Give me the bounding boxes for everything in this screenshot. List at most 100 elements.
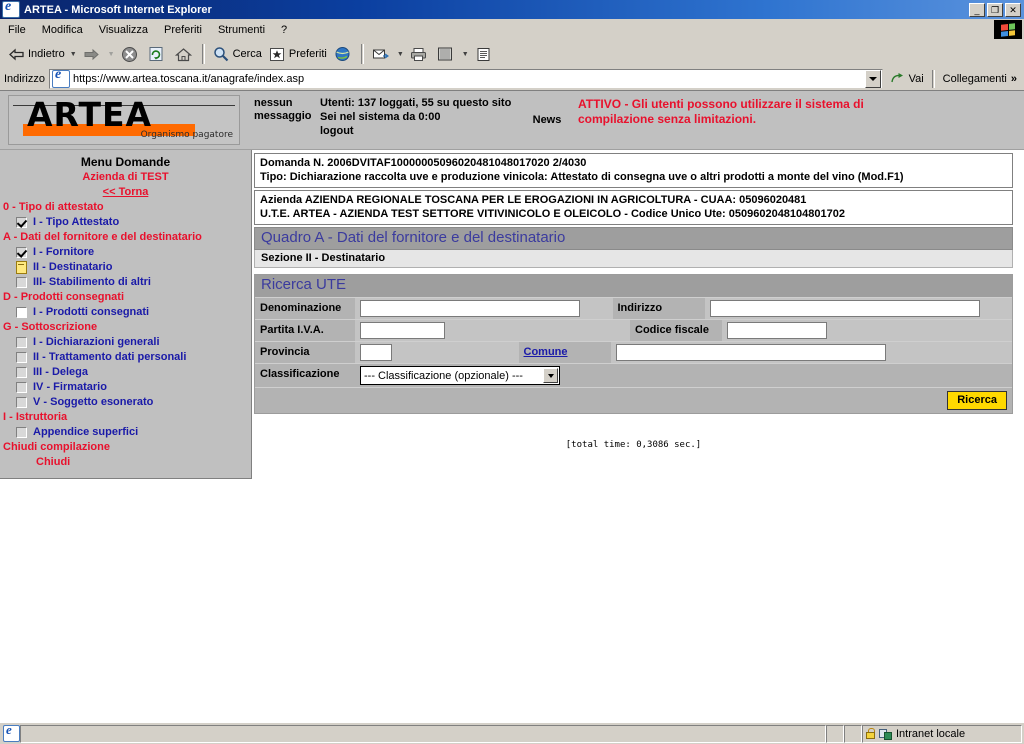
sidebar-item-label[interactable]: Appendice superfici — [33, 425, 138, 440]
print-button[interactable] — [406, 43, 433, 65]
links-button[interactable]: Collegamenti » — [938, 69, 1022, 89]
system-status-message: ATTIVO - Gli utenti possono utilizzare i… — [578, 91, 1024, 149]
address-dropdown-button[interactable] — [864, 69, 881, 88]
refresh-icon — [147, 45, 166, 63]
sidebar-item-trattamento-dati[interactable]: II - Trattamento dati personali — [0, 350, 251, 365]
indirizzo-input[interactable] — [709, 300, 980, 317]
comune-input[interactable] — [615, 344, 886, 361]
sidebar-group-prodotti-consegnati: D - Prodotti consegnati — [3, 291, 124, 303]
azienda-name: Azienda AZIENDA REGIONALE TOSCANA PER LE… — [260, 194, 807, 206]
search-button[interactable]: Cerca — [209, 43, 265, 65]
comune-link[interactable]: Comune — [524, 346, 568, 358]
sidebar-back-link[interactable]: << Torna — [0, 185, 251, 200]
sezione-title: Sezione II - Destinatario — [254, 250, 1013, 268]
checkbox-empty-icon[interactable] — [16, 352, 27, 363]
denominazione-label: Denominazione — [255, 298, 355, 319]
form-row-submit: Ricerca — [255, 387, 1012, 413]
address-label: Indirizzo — [4, 72, 45, 85]
sidebar-item-label[interactable]: I - Dichiarazioni generali — [33, 335, 160, 350]
sidebar-item-chiudi[interactable]: Chiudi — [0, 455, 251, 470]
checkbox-empty-icon[interactable] — [16, 367, 27, 378]
status-line-2: compilazione senza limitazioni. — [578, 112, 757, 126]
form-row-classificazione: Classificazione --- Classificazione (opz… — [255, 363, 1012, 387]
sidebar-item-label[interactable]: III - Delega — [33, 365, 88, 380]
chevron-down-icon[interactable] — [543, 368, 558, 383]
checkbox-empty-icon[interactable] — [16, 427, 27, 438]
close-button[interactable]: ✕ — [1005, 2, 1021, 17]
sidebar-item-firmatario[interactable]: IV - Firmatario — [0, 380, 251, 395]
menu-strumenti[interactable]: Strumenti — [210, 22, 273, 38]
sidebar-item-label[interactable]: I - Tipo Attestato — [33, 215, 119, 230]
security-zone-pane[interactable]: Intranet locale — [862, 724, 1022, 743]
sidebar-item-destinatario[interactable]: II - Destinatario — [0, 260, 251, 275]
forward-button[interactable] — [79, 43, 106, 65]
sidebar-item-label[interactable]: I - Prodotti consegnati — [33, 305, 149, 320]
sidebar-item-label[interactable]: II - Destinatario — [33, 260, 112, 275]
forward-dropdown-icon[interactable]: ▼ — [108, 51, 115, 58]
sidebar-item-soggetto-esonerato[interactable]: V - Soggetto esonerato — [0, 395, 251, 410]
mail-button[interactable] — [368, 43, 395, 65]
minimize-button[interactable]: _ — [969, 2, 985, 17]
edit-button[interactable] — [433, 43, 460, 65]
logout-link[interactable]: logout — [320, 124, 516, 138]
classificazione-selected-value: --- Classificazione (opzionale) --- — [364, 369, 523, 382]
checkbox-empty-icon[interactable] — [16, 277, 27, 288]
checkbox-checked-icon[interactable] — [16, 217, 27, 228]
provincia-input[interactable] — [360, 344, 392, 361]
sidebar-item-label[interactable]: I - Fornitore — [33, 245, 94, 260]
sidebar-item-label[interactable]: V - Soggetto esonerato — [33, 395, 153, 410]
address-input[interactable]: https://www.artea.toscana.it/anagrafe/in… — [48, 67, 883, 89]
document-icon — [16, 261, 27, 274]
menu-modifica[interactable]: Modifica — [34, 22, 91, 38]
sidebar-group-dati-fornitore: A - Dati del fornitore e del destinatari… — [3, 231, 202, 243]
codice-fiscale-input[interactable] — [727, 322, 827, 339]
refresh-button[interactable] — [144, 43, 171, 65]
menu-visualizza[interactable]: Visualizza — [91, 22, 156, 38]
checkbox-empty-icon[interactable] — [16, 337, 27, 348]
denominazione-cell — [355, 298, 613, 319]
address-bar: Indirizzo https://www.artea.toscana.it/a… — [0, 67, 1024, 90]
sidebar-item-appendice-superfici[interactable]: Appendice superfici — [0, 425, 251, 440]
ricerca-button[interactable]: Ricerca — [947, 391, 1007, 410]
classificazione-select[interactable]: --- Classificazione (opzionale) --- — [360, 366, 560, 385]
checkbox-empty-icon[interactable] — [16, 382, 27, 393]
address-separator — [931, 69, 935, 88]
menu-help[interactable]: ? — [273, 22, 295, 38]
menu-file[interactable]: File — [0, 22, 34, 38]
checkbox-empty-icon[interactable] — [16, 397, 27, 408]
back-dropdown-icon[interactable]: ▼ — [70, 51, 77, 58]
discuss-button[interactable] — [471, 43, 498, 65]
denominazione-input[interactable] — [360, 300, 580, 317]
indirizzo-cell — [704, 298, 1012, 319]
checkbox-white-icon[interactable] — [16, 307, 27, 318]
sidebar-item-fornitore[interactable]: I - Fornitore — [0, 245, 251, 260]
discuss-icon — [474, 45, 493, 63]
security-zone-label: Intranet locale — [896, 727, 966, 740]
stop-button[interactable] — [117, 43, 144, 65]
site-header: ARTEA Organismo pagatore nessun messaggi… — [0, 91, 1024, 150]
news-link[interactable]: News — [516, 114, 578, 126]
edit-dropdown-icon[interactable]: ▼ — [462, 51, 469, 58]
checkbox-checked-icon[interactable] — [16, 247, 27, 258]
back-button[interactable]: Indietro — [4, 43, 68, 65]
menu-preferiti[interactable]: Preferiti — [156, 22, 210, 38]
codice-fiscale-label: Codice fiscale — [630, 320, 722, 341]
favorites-button[interactable]: Preferiti — [265, 43, 330, 65]
sidebar-item-tipo-attestato[interactable]: I - Tipo Attestato — [0, 215, 251, 230]
restore-button[interactable]: ❐ — [987, 2, 1003, 17]
sidebar-item-label[interactable]: III- Stabilimento di altri — [33, 275, 151, 290]
sidebar-item-stabilimento-altri[interactable]: III- Stabilimento di altri — [0, 275, 251, 290]
logo-wordmark: ARTEA — [27, 95, 153, 134]
history-button[interactable] — [330, 43, 357, 65]
sidebar-item-prodotti-consegnati[interactable]: I - Prodotti consegnati — [0, 305, 251, 320]
partita-iva-input[interactable] — [360, 322, 445, 339]
logo-subtitle: Organismo pagatore — [140, 130, 233, 140]
home-button[interactable] — [171, 43, 198, 65]
sidebar-item-dichiarazioni-generali[interactable]: I - Dichiarazioni generali — [0, 335, 251, 350]
mail-dropdown-icon[interactable]: ▼ — [397, 51, 404, 58]
go-button[interactable]: Vai — [883, 69, 929, 89]
header-session-time: Sei nel sistema da 0:00 — [320, 111, 441, 123]
sidebar-item-label[interactable]: IV - Firmatario — [33, 380, 107, 395]
sidebar-item-label[interactable]: II - Trattamento dati personali — [33, 350, 186, 365]
sidebar-item-delega[interactable]: III - Delega — [0, 365, 251, 380]
